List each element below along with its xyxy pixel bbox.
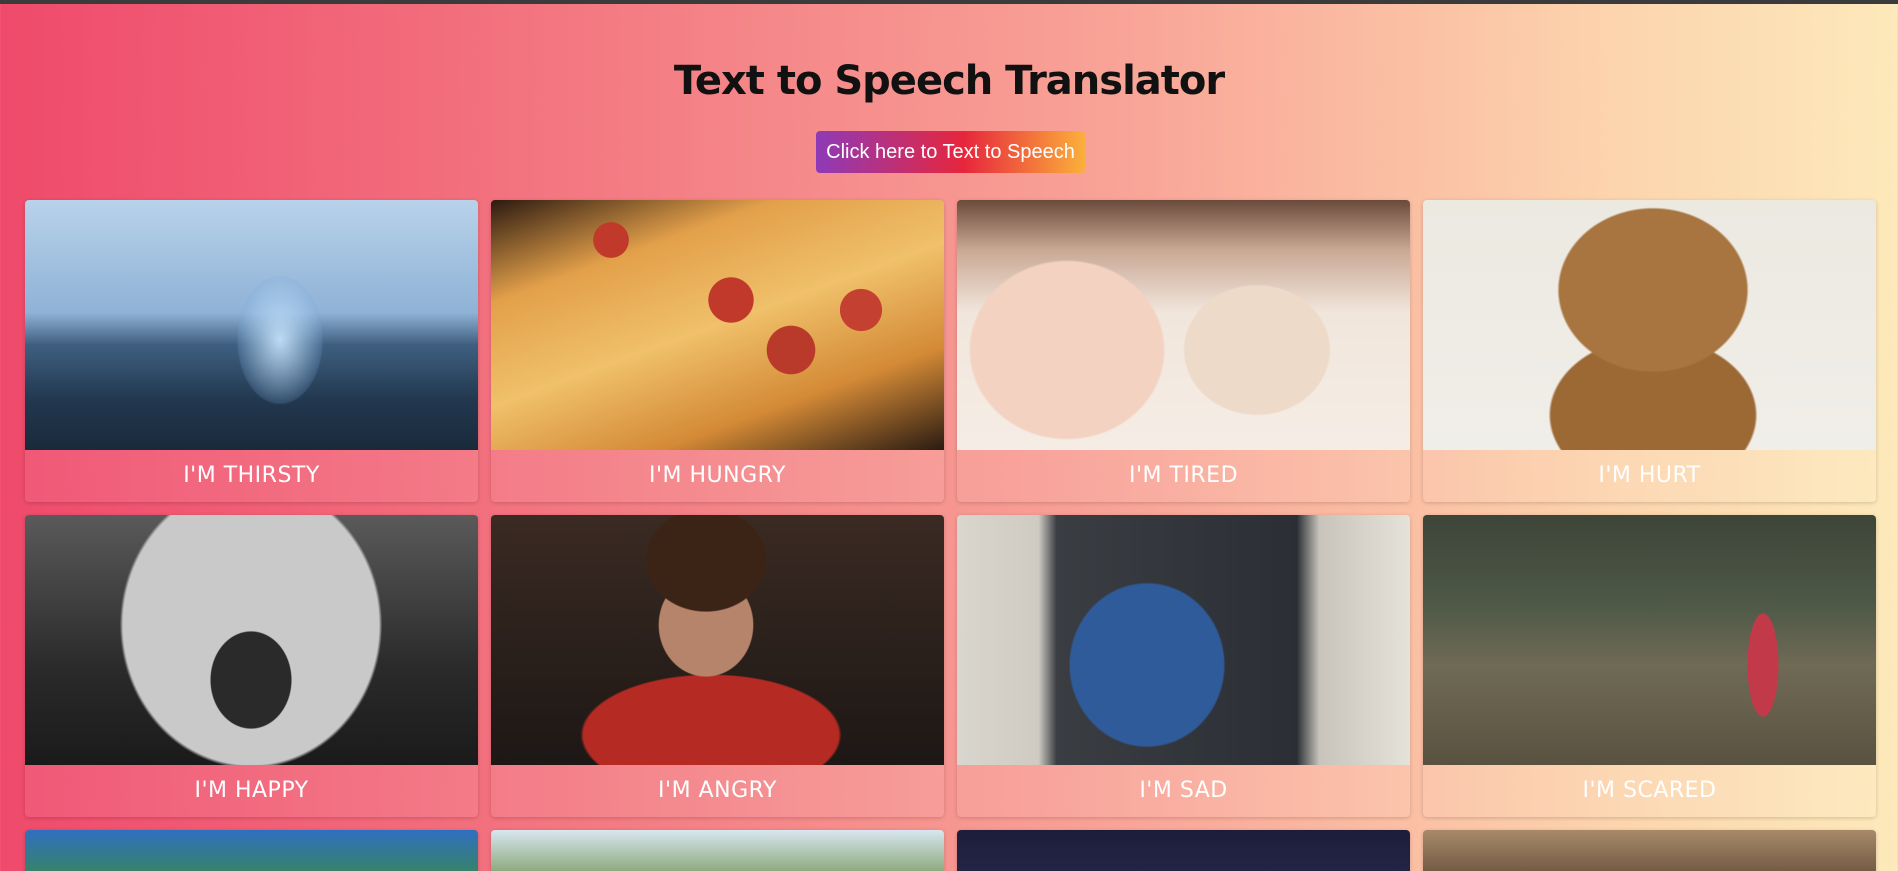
excited-boy-image — [25, 515, 478, 765]
card-hurt[interactable]: I'M HURT — [1423, 200, 1876, 502]
page-title: Text to Speech Translator — [673, 58, 1225, 104]
card-label: I'M ANGRY — [491, 765, 944, 817]
phrase-card-grid: I'M THIRSTY I'M HUNGRY I'M TIRED I'M HUR… — [25, 200, 1877, 871]
browser-top-border — [0, 0, 1898, 4]
card-row3-1[interactable] — [25, 830, 478, 871]
bandaged-teddy-bear-image — [1423, 200, 1876, 450]
card-label: I'M SCARED — [1423, 765, 1876, 817]
card-hungry[interactable]: I'M HUNGRY — [491, 200, 944, 502]
card-label: I'M HAPPY — [25, 765, 478, 817]
chalkboard-abc-image — [957, 830, 1410, 871]
house-image — [491, 830, 944, 871]
glass-of-water-image — [25, 200, 478, 450]
card-row3-3[interactable] — [957, 830, 1410, 871]
card-label: I'M SAD — [957, 765, 1410, 817]
outdoor-trees-image — [25, 830, 478, 871]
card-row3-2[interactable] — [491, 830, 944, 871]
card-happy[interactable]: I'M HAPPY — [25, 515, 478, 817]
child-in-forest-image — [1423, 515, 1876, 765]
card-label: I'M HURT — [1423, 450, 1876, 502]
card-angry[interactable]: I'M ANGRY — [491, 515, 944, 817]
sleeping-child-image — [957, 200, 1410, 450]
card-sad[interactable]: I'M SAD — [957, 515, 1410, 817]
card-thirsty[interactable]: I'M THIRSTY — [25, 200, 478, 502]
person-indoors-image — [1423, 830, 1876, 871]
card-tired[interactable]: I'M TIRED — [957, 200, 1410, 502]
card-label: I'M TIRED — [957, 450, 1410, 502]
card-label: I'M HUNGRY — [491, 450, 944, 502]
pizza-image — [491, 200, 944, 450]
card-label: I'M THIRSTY — [25, 450, 478, 502]
card-scared[interactable]: I'M SCARED — [1423, 515, 1876, 817]
card-row3-4[interactable] — [1423, 830, 1876, 871]
crying-child-image — [957, 515, 1410, 765]
angry-child-image — [491, 515, 944, 765]
text-to-speech-button[interactable]: Click here to Text to Speech — [816, 131, 1085, 173]
